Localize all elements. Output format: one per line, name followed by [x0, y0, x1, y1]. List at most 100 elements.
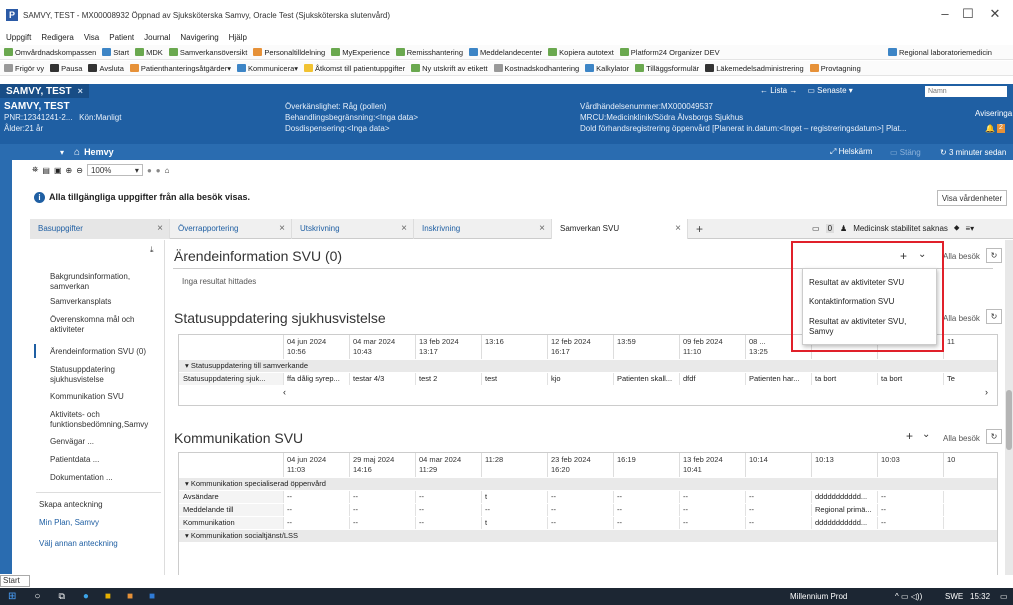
back-icon[interactable]: ●	[147, 166, 152, 175]
stability-label[interactable]: Medicinsk stabilitet saknas	[853, 224, 948, 233]
tb1-item[interactable]: Samverkansöversikt	[168, 48, 247, 57]
status-group-row[interactable]: ▾ Statusuppdatering till samverkande	[179, 360, 997, 372]
menu-navigering[interactable]: Navigering	[180, 33, 218, 42]
minimize-button[interactable]: –	[935, 6, 955, 21]
tb1-item[interactable]: Meddelandecenter	[469, 48, 542, 57]
nav-kommunikation[interactable]: Kommunikation SVU	[50, 392, 160, 402]
table-cell[interactable]: ffa dålig syrep...	[283, 373, 349, 385]
nav-patientdata[interactable]: Patientdata ...	[50, 455, 160, 465]
tb2-item[interactable]: Läkemedelsadministrering	[705, 64, 804, 73]
table-cell[interactable]: t	[481, 517, 547, 529]
alert-badges[interactable]: 🔔 2	[985, 124, 1005, 133]
table-cell[interactable]	[943, 517, 1009, 529]
table-cell[interactable]: --	[349, 517, 415, 529]
column-header[interactable]: 29 maj 2024 14:16	[349, 453, 415, 477]
fullscreen-button[interactable]: ⤢ Helskärm	[830, 147, 872, 157]
table-cell[interactable]	[943, 504, 1009, 516]
tb2-item[interactable]: Avsluta	[88, 64, 124, 73]
nav-dokumentation[interactable]: Dokumentation ...	[50, 473, 160, 483]
table-cell[interactable]: --	[283, 517, 349, 529]
menu-visa[interactable]: Visa	[84, 33, 99, 42]
zoom-in-icon[interactable]: ⊕	[66, 166, 73, 175]
table-cell[interactable]: Regional primä...	[811, 504, 877, 516]
kommunikation-group-row[interactable]: ▾ Kommunikation specialiserad öppenvård	[179, 478, 997, 490]
tb2-item[interactable]: Patienthanteringsåtgärder ▾	[129, 64, 231, 73]
nav-overenskomna[interactable]: Överenskomna mål och aktiviteter	[50, 315, 160, 335]
scrollbar-thumb[interactable]	[1006, 390, 1012, 450]
menu-hjalp[interactable]: Hjälp	[229, 33, 247, 42]
table-cell[interactable]: test 2	[415, 373, 481, 385]
allergy-text[interactable]: Överkänslighet: Råg (pollen)	[285, 101, 418, 112]
refresh-icon[interactable]: ↻	[986, 248, 1002, 263]
column-header[interactable]: 04 jun 2024 10:56	[283, 335, 349, 359]
column-header[interactable]: 23 feb 2024 16:20	[547, 453, 613, 477]
table-cell[interactable]: --	[415, 491, 481, 503]
filter-visit-select[interactable]: Alla besök	[943, 252, 980, 261]
patient-search-input[interactable]	[925, 86, 1007, 97]
table-cell[interactable]: --	[679, 504, 745, 516]
more-icon[interactable]: ≡▾	[966, 224, 975, 233]
tb2-item[interactable]: Provtagning	[809, 64, 861, 73]
menu-journal[interactable]: Journal	[144, 33, 170, 42]
table-cell[interactable]: --	[745, 504, 811, 516]
table-cell[interactable]: --	[877, 504, 943, 516]
scroll-right-icon[interactable]: ›	[985, 387, 988, 397]
column-header[interactable]: 04 jun 2024 11:03	[283, 453, 349, 477]
close-icon[interactable]: ×	[675, 223, 681, 234]
column-header[interactable]: 13 feb 2024 13:17	[415, 335, 481, 359]
clock[interactable]: 15:32	[970, 592, 990, 601]
close-view-button[interactable]: ▭ Stäng	[890, 148, 921, 157]
table-cell[interactable]: testar 4/3	[349, 373, 415, 385]
filter-visit-select[interactable]: Alla besök	[943, 434, 980, 443]
table-cell[interactable]: ddddddddddd...	[811, 517, 877, 529]
nav-bakgrund[interactable]: Bakgrundsinformation, samverkan	[50, 272, 160, 292]
main-scrollbar[interactable]	[1005, 240, 1013, 575]
table-cell[interactable]: --	[679, 517, 745, 529]
maximize-button[interactable]: ☐	[958, 6, 978, 22]
tb2-item[interactable]: Kommunicera ▾	[237, 64, 298, 73]
menu-redigera[interactable]: Redigera	[41, 33, 73, 42]
tb1-item[interactable]: Kopiera autotext	[548, 48, 614, 57]
table-cell[interactable]: Te	[943, 373, 1009, 385]
column-header[interactable]: 16:19	[613, 453, 679, 477]
edge-icon[interactable]: ●	[83, 591, 89, 602]
table-cell[interactable]: ddddddddddd...	[811, 491, 877, 503]
table-cell[interactable]: --	[613, 517, 679, 529]
tb1-item[interactable]: MDK	[135, 48, 163, 57]
column-header[interactable]: 12 feb 2024 16:17	[547, 335, 613, 359]
visa-vardenheter-button[interactable]: Visa vårdenheter	[937, 190, 1007, 206]
menu-side-strip[interactable]	[0, 144, 12, 574]
table-cell[interactable]: --	[745, 491, 811, 503]
tb1-item[interactable]: MyExperience	[331, 48, 390, 57]
tab-utskrivning[interactable]: Utskrivning ×	[292, 218, 414, 239]
lista-button[interactable]: ← Lista →	[760, 86, 797, 95]
tb1-item[interactable]: Personaltilldelning	[253, 48, 325, 57]
table-cell[interactable]: --	[415, 517, 481, 529]
close-window-button[interactable]: ✕	[985, 6, 1005, 22]
zoom-out-icon[interactable]: ⊖	[76, 166, 83, 175]
tag-icon[interactable]: ⬥	[954, 223, 960, 233]
tab-samverkan-svu[interactable]: Samverkan SVU ×	[552, 218, 688, 239]
menu-uppgift[interactable]: Uppgift	[6, 33, 31, 42]
table-cell[interactable]: --	[745, 517, 811, 529]
table-cell[interactable]: --	[547, 517, 613, 529]
table-cell[interactable]	[943, 491, 1009, 503]
app-icon-blue[interactable]: ■	[149, 591, 155, 602]
min-plan-link[interactable]: Min Plan, Samvy	[39, 518, 99, 527]
table-cell[interactable]: --	[415, 504, 481, 516]
column-header[interactable]: 11:28	[481, 453, 547, 477]
close-icon[interactable]: ×	[401, 223, 407, 234]
taskview-icon[interactable]: ⧉	[58, 591, 64, 602]
table-cell[interactable]: dfdf	[679, 373, 745, 385]
tab-inskrivning[interactable]: Inskrivning ×	[414, 218, 552, 239]
column-header[interactable]: 10:13	[811, 453, 877, 477]
zoom-select[interactable]: 100% ▾	[86, 164, 143, 176]
valj-annan-link[interactable]: Välj annan anteckning	[39, 539, 118, 548]
column-header[interactable]: 04 mar 2024 11:29	[415, 453, 481, 477]
table-cell[interactable]: --	[613, 504, 679, 516]
table-cell[interactable]: --	[283, 491, 349, 503]
table-cell[interactable]: kjo	[547, 373, 613, 385]
refresh-indicator[interactable]: ↻ 3 minuter sedan	[940, 148, 1006, 157]
forward-icon[interactable]: ●	[156, 166, 161, 175]
table-cell[interactable]: --	[349, 491, 415, 503]
